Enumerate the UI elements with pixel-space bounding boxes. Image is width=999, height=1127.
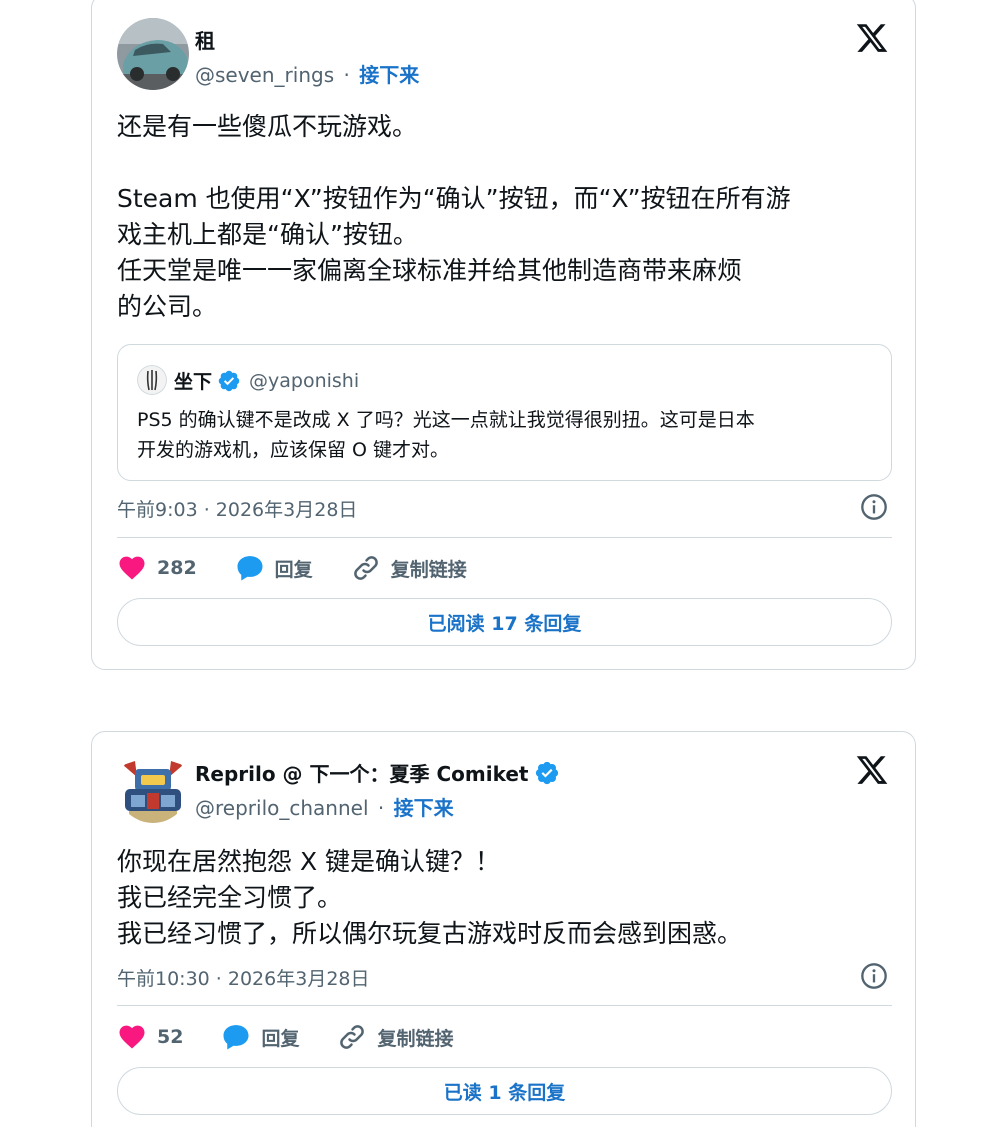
link-icon: [340, 1025, 365, 1049]
post-timestamp[interactable]: 午前10:30 · 2026年3月28日: [117, 964, 370, 991]
info-icon[interactable]: [860, 962, 888, 990]
heart-icon: [119, 1025, 145, 1049]
post-text-line: 你现在居然抱怨 X 键是确认键？！: [117, 847, 501, 876]
reply-button[interactable]: 回复: [221, 1022, 299, 1052]
post-actions: 282 回复 复制链接: [117, 553, 505, 583]
quote-text-line: 开发的游戏机，应该保留 O 键才对。: [137, 439, 450, 461]
quote-author-avatar: [137, 365, 167, 395]
verified-badge-icon: [218, 370, 240, 391]
read-replies-button[interactable]: 已阅读 17 条回复: [117, 598, 892, 646]
speech-bubble-icon: [223, 1025, 249, 1050]
like-button[interactable]: 52: [117, 1022, 183, 1052]
post-timestamp[interactable]: 午前9:03 · 2026年3月28日: [117, 495, 357, 522]
separator-dot: ·: [343, 63, 350, 87]
x-logo-icon[interactable]: [855, 21, 889, 55]
speech-bubble-icon: [237, 556, 263, 581]
embedded-post-card: 租 @seven_rings · 接下来 还是有一些傻瓜不玩游戏。 Steam …: [91, 0, 916, 670]
author-handle[interactable]: @reprilo_channel: [195, 796, 369, 820]
copy-link-button[interactable]: 复制链接: [351, 553, 467, 583]
like-count: 52: [157, 1026, 184, 1048]
reply-button[interactable]: 回复: [235, 553, 313, 583]
author-handle[interactable]: @seven_rings: [195, 63, 334, 87]
author-avatar[interactable]: [117, 18, 189, 90]
reply-label: 回复: [274, 558, 313, 581]
author-name[interactable]: Reprilo @ 下一个：夏季 Comiket: [195, 758, 529, 787]
post-text: 你现在居然抱怨 X 键是确认键？！ 我已经完全习惯了。 我已经习惯了，所以偶尔玩…: [117, 844, 897, 952]
post-text-line: 任天堂是唯一一家偏离全球标准并给其他制造商带来麻烦: [117, 256, 743, 285]
like-count: 282: [157, 557, 197, 579]
post-text-line: 我已经完全习惯了。: [117, 883, 343, 912]
post-text-line: [117, 145, 897, 181]
read-replies-button[interactable]: 已读 1 条回复: [117, 1067, 892, 1115]
author-name-row: 租: [195, 25, 215, 54]
quoted-post[interactable]: 坐下 @yaponishi PS5 的确认键不是改成 X 了吗？光这一点就让我觉…: [117, 344, 892, 481]
divider: [117, 537, 892, 538]
link-icon: [353, 556, 378, 580]
reply-label: 回复: [261, 1027, 300, 1050]
author-handle-row: @seven_rings · 接下来: [195, 59, 419, 88]
like-button[interactable]: 282: [117, 553, 197, 583]
heart-icon: [119, 556, 145, 580]
embedded-post-card: Reprilo @ 下一个：夏季 Comiket @reprilo_channe…: [91, 731, 916, 1127]
author-name-row: Reprilo @ 下一个：夏季 Comiket: [195, 758, 560, 787]
copy-link-button[interactable]: 复制链接: [337, 1022, 453, 1052]
verified-badge-icon: [535, 761, 558, 784]
post-text: 还是有一些傻瓜不玩游戏。 Steam 也使用“X”按钮作为“确认”按钮，而“X”…: [117, 109, 897, 325]
info-icon[interactable]: [860, 493, 888, 521]
quote-author-handle: @yaponishi: [249, 369, 360, 392]
separator-dot: ·: [377, 796, 385, 820]
x-logo-icon[interactable]: [855, 753, 889, 787]
copy-link-label: 复制链接: [390, 558, 467, 581]
post-text-line: 我已经习惯了，所以偶尔玩复古游戏时反而会感到困惑。: [117, 919, 743, 948]
quote-author-row: 坐下 @yaponishi: [174, 367, 359, 394]
author-avatar[interactable]: [117, 751, 189, 823]
quote-author-name: 坐下: [174, 371, 213, 393]
post-actions: 52 回复 复制链接: [117, 1022, 491, 1052]
post-text-line: 还是有一些傻瓜不玩游戏。: [117, 112, 418, 141]
follow-link[interactable]: 接下来: [394, 796, 454, 820]
author-handle-row: @reprilo_channel · 接下来: [195, 792, 454, 821]
divider: [117, 1005, 892, 1006]
copy-link-label: 复制链接: [377, 1027, 454, 1050]
post-text-line: 的公司。: [117, 292, 218, 321]
author-name[interactable]: 租: [195, 25, 215, 54]
quote-text: PS5 的确认键不是改成 X 了吗？光这一点就让我觉得很别扭。这可是日本 开发的…: [137, 405, 877, 465]
quote-text-line: PS5 的确认键不是改成 X 了吗？光这一点就让我觉得很别扭。这可是日本: [137, 409, 755, 431]
follow-link[interactable]: 接下来: [359, 63, 419, 87]
post-text-line: Steam 也使用“X”按钮作为“确认”按钮，而“X”按钮在所有游: [117, 184, 791, 213]
post-text-line: 戏主机上都是“确认”按钮。: [117, 220, 418, 249]
